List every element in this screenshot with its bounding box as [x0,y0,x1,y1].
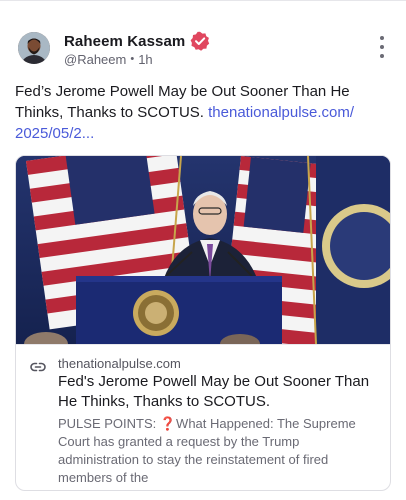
author-meta: @Raheem • 1h [64,51,153,67]
link-icon [30,362,46,372]
verified-badge-icon [190,31,210,51]
post-time[interactable]: 1h [138,52,152,67]
author-name-row: Raheem Kassam [64,31,210,51]
link-preview-image[interactable] [16,156,390,344]
link-domain: thenationalpulse.com [58,356,181,371]
author-handle[interactable]: @Raheem [64,52,126,67]
avatar[interactable] [18,32,50,64]
post-header: Raheem Kassam @Raheem • 1h [15,29,391,69]
meta-separator: • [130,53,135,65]
link-description: PULSE POINTS: ❓What Happened: The Suprem… [58,416,356,485]
post-text: Fed’s Jerome Powell May be Out Sooner Th… [15,81,391,144]
link-preview-card[interactable]: thenationalpulse.com Fed's Jerome Powell… [15,155,391,491]
author-name[interactable]: Raheem Kassam [64,33,185,50]
post-card[interactable]: Raheem Kassam @Raheem • 1h Fed’s Jerome … [0,0,406,500]
link-preview-info: thenationalpulse.com Fed's Jerome Powell… [16,344,390,490]
link-title[interactable]: Fed's Jerome Powell May be Out Sooner Th… [58,372,378,412]
more-options-icon[interactable] [375,36,389,58]
